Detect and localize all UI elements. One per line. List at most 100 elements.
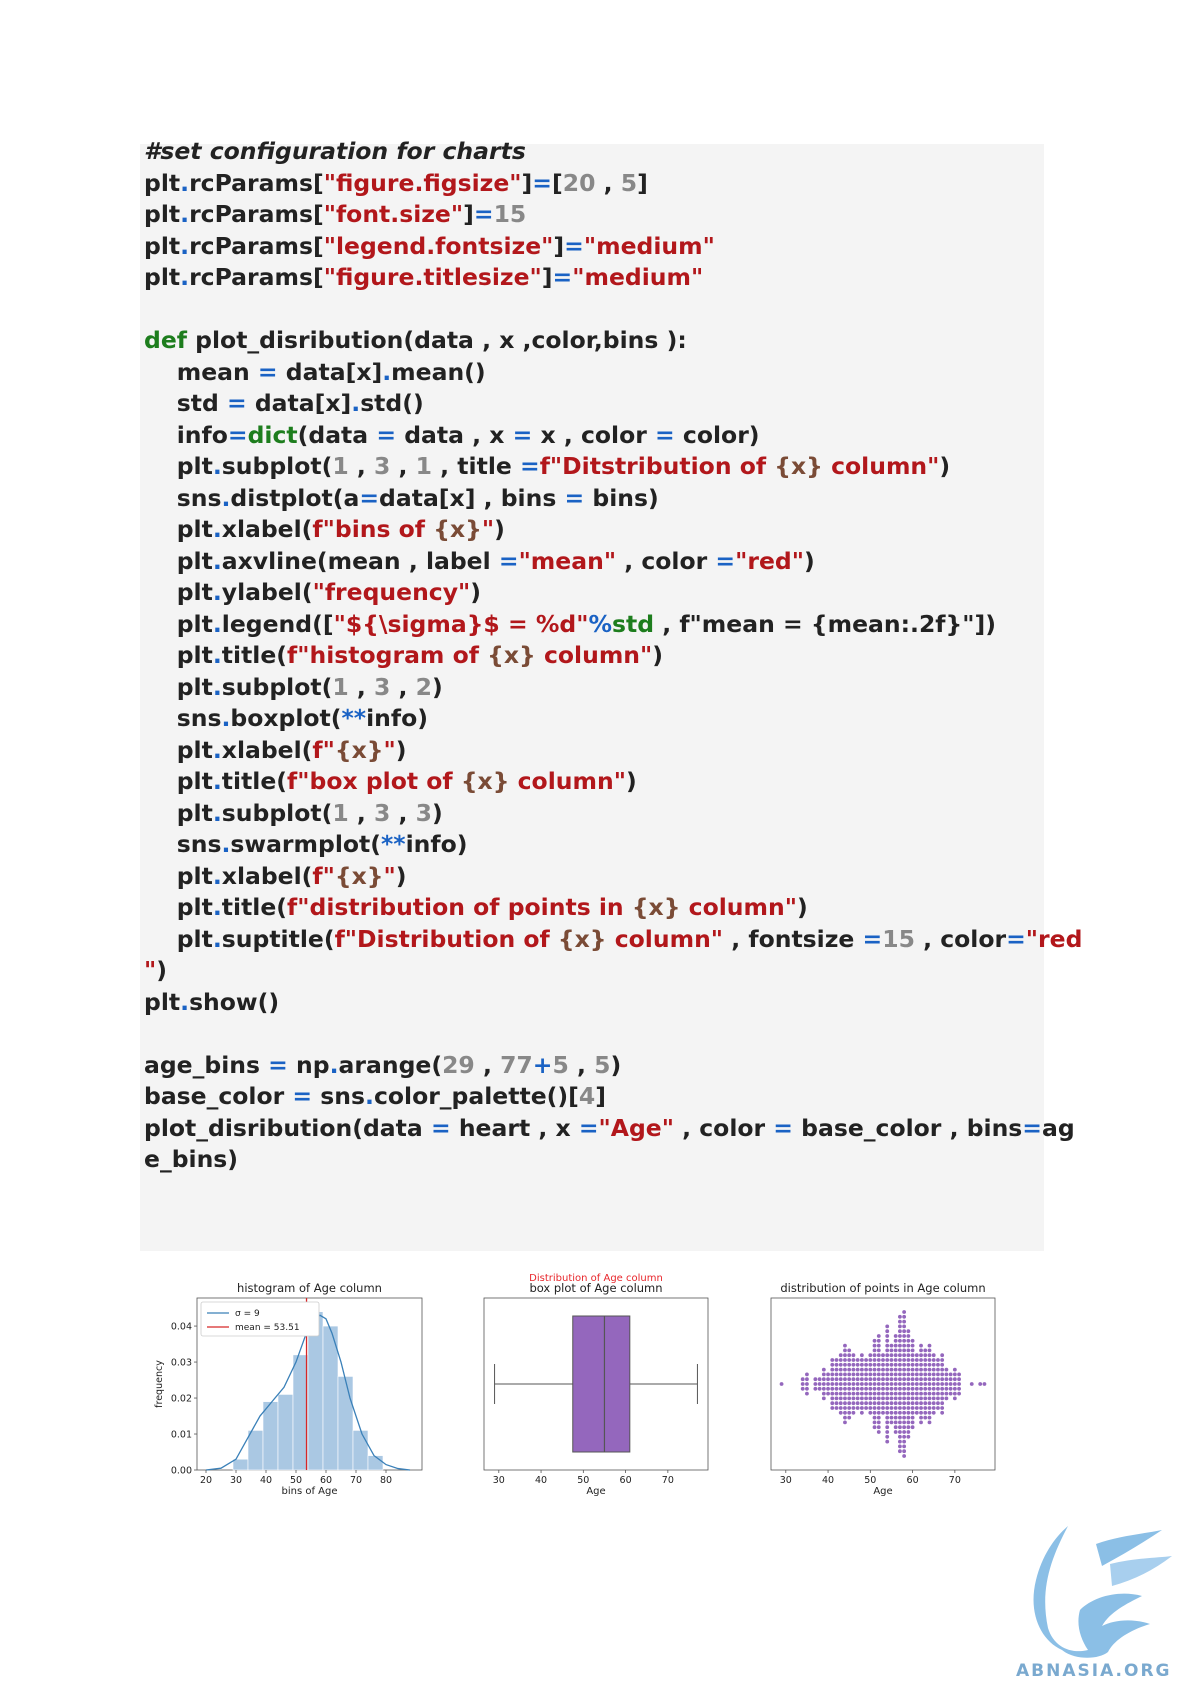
swarm-point	[813, 1382, 818, 1386]
code-token: .	[212, 924, 222, 953]
swarm-point	[859, 1391, 864, 1396]
swarm-point	[885, 1329, 890, 1334]
swarm-point	[876, 1362, 881, 1367]
swarm-point	[885, 1353, 890, 1358]
swarm-point	[910, 1382, 915, 1386]
swarm-point	[805, 1391, 809, 1396]
code-token: plt	[144, 231, 181, 260]
code-token: )	[652, 641, 664, 669]
swarm-point	[957, 1372, 961, 1377]
swarm-point	[940, 1410, 945, 1415]
code-line: sns.boxplot(**info)	[144, 701, 428, 735]
swarm-point	[893, 1386, 898, 1391]
swarm-point	[864, 1401, 868, 1406]
swarm-point	[885, 1401, 890, 1406]
swarm-point	[898, 1406, 902, 1410]
swarm-point	[830, 1382, 835, 1386]
code-token: 20	[562, 168, 596, 197]
swarm-point	[906, 1410, 911, 1415]
swarm-point	[843, 1396, 847, 1401]
swarm-point	[843, 1382, 847, 1386]
swarm-point	[902, 1377, 907, 1382]
swarm-point	[927, 1358, 932, 1362]
code-token: sns	[144, 704, 222, 732]
code-token: =	[1006, 924, 1026, 953]
code-token: **	[341, 704, 367, 732]
swarm-point	[830, 1358, 835, 1362]
swarm-point	[876, 1430, 881, 1434]
code-token: bins)	[584, 483, 659, 512]
swarm-point	[889, 1372, 894, 1377]
code-token: =	[532, 168, 552, 197]
code-token: x , color	[532, 420, 656, 449]
swarm-point	[902, 1391, 907, 1396]
legend-label-sigma: σ = 9	[235, 1309, 260, 1319]
swarm-point	[843, 1348, 847, 1353]
swarm-point	[927, 1362, 932, 1367]
swarm-point	[944, 1391, 949, 1396]
swarm-point	[851, 1353, 856, 1358]
swarm-point	[902, 1449, 907, 1454]
code-token: "medium"	[583, 231, 715, 260]
swarm-point	[826, 1377, 830, 1382]
swarm-point	[893, 1343, 898, 1348]
swarm-point	[834, 1382, 839, 1386]
swarm-point	[830, 1386, 835, 1391]
code-token: =	[226, 389, 247, 417]
swarm-point	[868, 1372, 873, 1377]
code-token: )	[156, 956, 167, 984]
swarm-point	[864, 1377, 868, 1382]
swarm-point	[969, 1382, 974, 1386]
swarm-point	[885, 1439, 890, 1444]
code-token: "mean"	[518, 546, 617, 575]
swarm-point	[885, 1377, 890, 1382]
swarm-point	[885, 1425, 890, 1430]
swarm-point	[931, 1386, 936, 1391]
swarm-point	[843, 1343, 847, 1348]
code-token: plt	[144, 735, 213, 764]
swarm-point	[851, 1386, 856, 1391]
code-line: plt.subplot(1 , 3 , 2)	[144, 670, 443, 704]
swarm-point	[876, 1372, 881, 1377]
swarm-point	[855, 1362, 860, 1367]
swarm-point	[910, 1362, 915, 1367]
swarm-point	[859, 1406, 864, 1410]
code-token: std	[612, 609, 655, 638]
boxplot-chart: Distribution of Age columnbox plot of Ag…	[483, 1273, 709, 1497]
code-token: base_color	[144, 1082, 293, 1110]
code-token: ,	[390, 798, 416, 827]
swarm-point	[927, 1415, 932, 1420]
swarm-point	[927, 1382, 932, 1386]
swarm-point	[944, 1377, 949, 1382]
code-token: "	[383, 861, 396, 890]
code-token: "figure.titlesize"	[323, 263, 542, 291]
swarm-point	[876, 1415, 881, 1420]
swarm-point	[923, 1401, 928, 1406]
code-token: {x}	[774, 452, 823, 480]
swarm-point	[843, 1358, 847, 1362]
code-token: .	[212, 893, 222, 921]
swarm-point	[902, 1444, 907, 1449]
swarm-point	[868, 1367, 873, 1372]
code-token: ,	[390, 452, 416, 480]
swarm-point	[914, 1372, 919, 1377]
code-token: rcParams[	[189, 263, 324, 291]
swarm-point	[906, 1329, 911, 1334]
swarm-point	[952, 1396, 957, 1401]
swarm-point	[898, 1391, 902, 1396]
swarm-point	[906, 1430, 911, 1434]
x-tick-label: 50	[864, 1475, 876, 1486]
code-token: ag	[1042, 1113, 1075, 1142]
swarm-point	[910, 1343, 915, 1348]
swarm-point	[805, 1372, 809, 1377]
swarm-point	[855, 1391, 860, 1396]
swarm-point	[893, 1334, 898, 1338]
swarm-point	[885, 1348, 890, 1353]
swarm-point	[910, 1401, 915, 1406]
code-token: 1	[415, 452, 432, 480]
code-token: )	[395, 861, 407, 890]
swarm-point	[876, 1425, 881, 1430]
swarm-point	[872, 1353, 877, 1358]
swarm-point	[881, 1386, 885, 1391]
swarmplot-chart: distribution of points in Age column 30 40…	[770, 1281, 996, 1497]
